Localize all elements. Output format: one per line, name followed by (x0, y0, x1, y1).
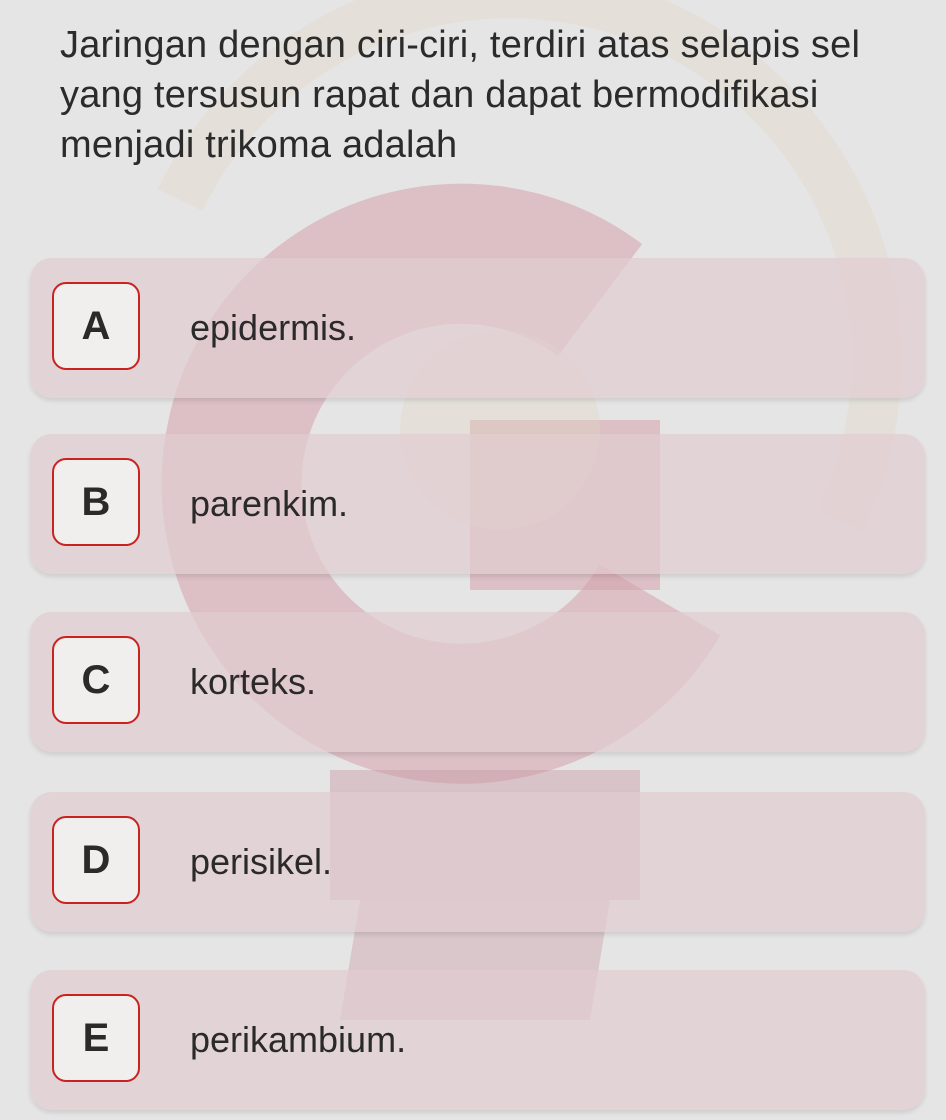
option-letter-d: D (52, 816, 140, 904)
option-c[interactable]: C korteks. (30, 612, 925, 752)
option-text-c: korteks. (190, 661, 317, 702)
answer-options: A epidermis. B parenkim. C korteks. D pe… (0, 0, 946, 1120)
option-letter-a: A (52, 282, 140, 370)
option-text-e: perikambium. (190, 1019, 407, 1060)
option-a[interactable]: A epidermis. (30, 258, 925, 398)
option-e[interactable]: E perikambium. (30, 970, 925, 1110)
option-letter-b: B (52, 458, 140, 546)
option-text-a: epidermis. (190, 307, 357, 348)
option-b[interactable]: B parenkim. (30, 434, 925, 574)
option-text-d: perisikel. (190, 841, 333, 882)
option-d[interactable]: D perisikel. (30, 792, 925, 932)
option-letter-e: E (52, 994, 140, 1082)
option-text-b: parenkim. (190, 483, 349, 524)
option-letter-c: C (52, 636, 140, 724)
